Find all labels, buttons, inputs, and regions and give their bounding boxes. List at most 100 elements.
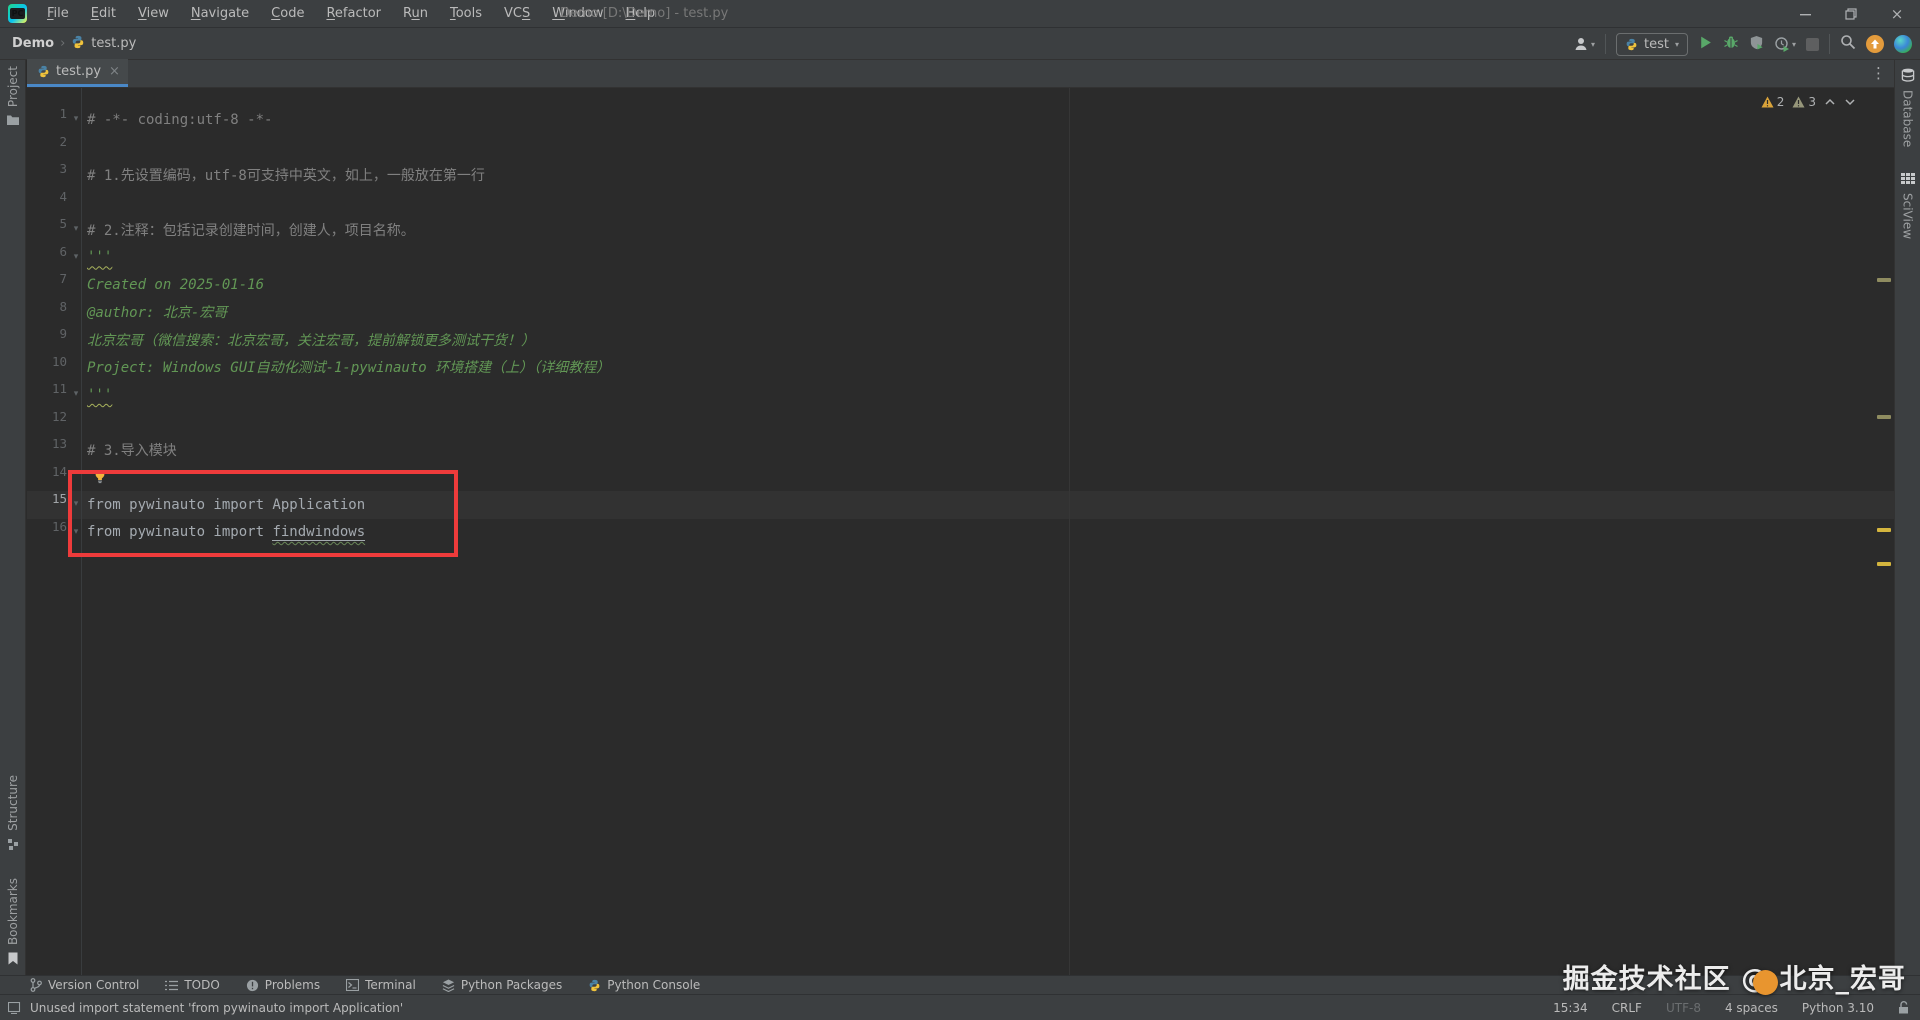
project-label: Project — [5, 66, 20, 108]
next-problem-icon[interactable] — [1844, 96, 1856, 108]
right-tool-stripe: Database SciView — [1894, 60, 1920, 975]
arrow-up-icon — [1871, 39, 1879, 49]
code-line-1[interactable]: # -*- coding:utf-8 -*- — [87, 106, 272, 134]
code-line-8[interactable]: @author: 北京-宏哥 — [87, 299, 227, 327]
python-icon — [1626, 38, 1637, 50]
menu-navigate[interactable]: Navigate — [180, 0, 260, 28]
prev-problem-icon[interactable] — [1824, 96, 1836, 108]
fold-marker[interactable]: ▾ — [71, 216, 81, 244]
python-icon — [589, 979, 600, 991]
warning-count[interactable]: 2 — [1761, 95, 1784, 109]
fold-marker[interactable]: ▾ — [71, 381, 81, 409]
close-icon: × — [1890, 5, 1904, 23]
chevron-down-icon: ▾ — [1590, 39, 1595, 49]
title-bar: PC File Edit View Navigate Code Refactor Run To… — [0, 0, 1920, 28]
sciview-grid-icon — [1900, 173, 1915, 185]
python-interpreter[interactable]: Python 3.10 — [1802, 1001, 1874, 1015]
debug-button[interactable] — [1723, 34, 1739, 54]
toolbar-separator — [1829, 34, 1830, 54]
run-with-coverage-button[interactable] — [1749, 35, 1764, 54]
tool-button-structure[interactable]: Structure — [6, 775, 20, 850]
tool-button-project[interactable]: Project — [6, 66, 20, 126]
scrollbar-mark-weak[interactable] — [1877, 415, 1891, 419]
scrollbar-mark-weak[interactable] — [1877, 278, 1891, 282]
screen-icon — [8, 1001, 21, 1014]
tool-button-python-packages[interactable]: Python Packages — [442, 978, 562, 992]
code-line-5[interactable]: # 2.注释：包括记录创建时间，创建人，项目名称。 — [87, 216, 415, 244]
code-line-7[interactable]: Created on 2025-01-16 — [87, 271, 264, 299]
inspection-widget[interactable]: 2 3 — [1761, 90, 1856, 114]
tool-button-sciview[interactable]: SciView — [1900, 173, 1915, 239]
update-available-button[interactable] — [1866, 35, 1884, 53]
tool-button-version-control[interactable]: Version Control — [30, 978, 139, 992]
menu-refactor[interactable]: Refactor — [315, 0, 392, 28]
line-number-5: 5 — [59, 216, 67, 231]
right-margin-guide — [1069, 88, 1070, 975]
tab-label: test.py — [56, 64, 102, 79]
scrollbar-mark-warning[interactable] — [1877, 528, 1891, 532]
fold-marker[interactable]: ▾ — [71, 244, 81, 272]
minimize-button[interactable] — [1782, 0, 1828, 28]
menu-run[interactable]: Run — [392, 0, 439, 28]
menu-view[interactable]: View — [127, 0, 180, 28]
run-button[interactable] — [1698, 35, 1713, 54]
play-icon — [1701, 36, 1711, 48]
tool-button-terminal[interactable]: Terminal — [346, 978, 416, 992]
unlock-icon[interactable] — [1898, 1001, 1910, 1014]
annotation-red-box — [68, 470, 458, 557]
packages-icon — [442, 978, 455, 992]
left-tool-stripe: Project Structure Bookmarks — [0, 60, 26, 975]
tool-button-python-console[interactable]: Python Console — [588, 978, 700, 992]
breadcrumb-project[interactable]: Demo — [12, 36, 54, 51]
line-number-10: 10 — [51, 353, 67, 369]
restore-icon — [1845, 8, 1857, 20]
run-configuration-select[interactable]: test ▾ — [1616, 32, 1688, 56]
weak-warning-count[interactable]: 3 — [1792, 95, 1816, 109]
database-label: Database — [1900, 90, 1915, 148]
main-toolbar: ▾ test ▾ ▾ — [1573, 28, 1912, 60]
menu-tools[interactable]: Tools — [439, 0, 493, 28]
code-line-13[interactable]: # 3.导入模块 — [87, 436, 177, 464]
line-ending[interactable]: CRLF — [1612, 1001, 1642, 1015]
line-number-14: 14 — [51, 463, 67, 479]
line-number-7: 7 — [59, 271, 67, 286]
code-line-3[interactable]: # 1.先设置编码，utf-8可支持中英文，如上，一般放在第一行 — [87, 161, 485, 189]
menu-edit[interactable]: Edit — [80, 0, 127, 28]
close-button[interactable]: × — [1874, 0, 1920, 28]
menu-file[interactable]: File — [36, 0, 80, 28]
window-title: Demo [D:\Demo] - test.py — [560, 6, 729, 21]
menu-code[interactable]: Code — [260, 0, 315, 28]
menu-vcs[interactable]: VCS — [493, 0, 541, 28]
search-everywhere-button[interactable] — [1840, 34, 1856, 54]
scrollbar-mark-warning[interactable] — [1877, 562, 1891, 566]
code-with-me-button[interactable] — [1894, 35, 1912, 53]
toolbar-separator — [1605, 34, 1606, 54]
code-line-9[interactable]: 北京宏哥（微信搜索：北京宏哥，关注宏哥，提前解锁更多测试干货！） — [87, 326, 535, 354]
code-line-10[interactable]: Project: Windows GUI自动化测试-1-pywinauto 环境… — [87, 354, 610, 382]
chevron-down-icon: ▾ — [1791, 39, 1796, 49]
terminal-icon — [346, 979, 360, 991]
indent-style[interactable]: 4 spaces — [1725, 1001, 1778, 1015]
breadcrumb-file[interactable]: test.py — [91, 36, 136, 51]
tool-button-problems[interactable]: Problems — [246, 978, 320, 992]
code-editor[interactable]: 1 ▾ 2 3 4 5 ▾ 6 ▾ 7 8 9 10 11 ▾ 12 13 14 15 ▾ 16 ▾ # -*- codi… — [27, 88, 1894, 975]
caret-position[interactable]: 15:34 — [1553, 1001, 1588, 1015]
tab-testpy[interactable]: test.py × — [27, 59, 128, 87]
code-line-11[interactable]: ''' — [87, 381, 112, 409]
user-account-button[interactable]: ▾ — [1573, 36, 1595, 52]
stop-button — [1806, 37, 1819, 51]
editor-options-icon[interactable]: ⋮ — [1871, 64, 1886, 82]
code-line-6[interactable]: ''' — [87, 244, 112, 272]
run-configuration-label: test — [1644, 36, 1669, 52]
tab-close-icon[interactable]: × — [109, 64, 120, 79]
chevron-right-icon: › — [60, 36, 66, 51]
profiler-clock-icon — [1775, 37, 1789, 52]
tool-button-database[interactable]: Database — [1901, 68, 1915, 147]
restore-button[interactable] — [1828, 0, 1874, 28]
fold-marker[interactable]: ▾ — [71, 106, 81, 134]
tool-button-todo[interactable]: TODO — [165, 978, 220, 992]
profiler-button[interactable]: ▾ — [1774, 36, 1796, 52]
structure-label: Structure — [5, 775, 20, 831]
file-encoding[interactable]: UTF-8 — [1666, 1001, 1701, 1015]
tool-button-bookmarks[interactable]: Bookmarks — [6, 878, 20, 965]
